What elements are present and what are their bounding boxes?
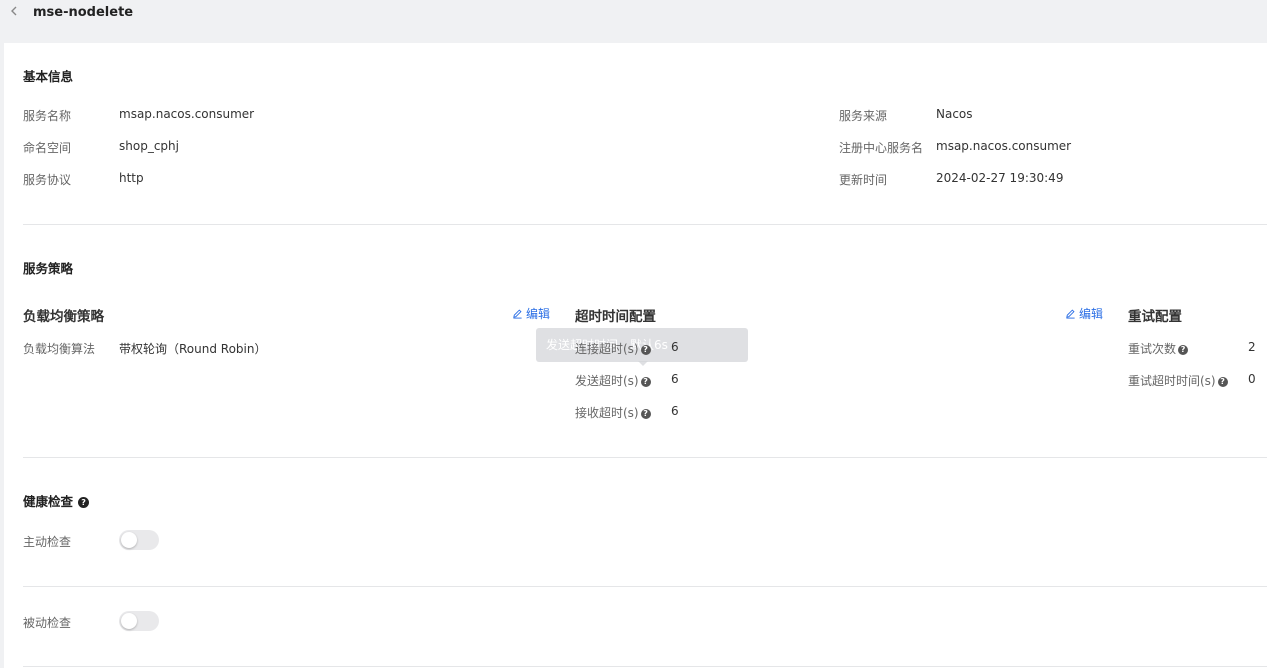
edit-label: 编辑 — [1079, 307, 1104, 321]
edit-icon — [513, 309, 522, 319]
edit-icon — [1066, 309, 1075, 319]
question-icon[interactable]: ? — [640, 344, 651, 355]
registry-service-name-value: msap.nacos.consumer — [936, 139, 1072, 153]
timeout-edit-button[interactable]: 编辑 — [1065, 305, 1103, 322]
protocol-label: 服务协议 — [23, 173, 72, 187]
service-name-value: msap.nacos.consumer — [119, 107, 255, 121]
timeout-title: 超时时间配置 — [575, 309, 656, 325]
receive-timeout-label: 接收超时(s)? — [575, 404, 651, 421]
retry-timeout-label: 重试超时时间(s)? — [1128, 372, 1228, 389]
load-balance-title: 负载均衡策略 — [23, 309, 104, 325]
load-balance-edit-button[interactable]: 编辑 — [512, 305, 550, 322]
question-icon[interactable]: ? — [78, 497, 90, 508]
active-check-label: 主动检查 — [23, 535, 72, 549]
strategy-title: 服务策略 — [23, 261, 74, 276]
connect-timeout-label: 连接超时(s)? — [575, 340, 651, 357]
send-timeout-value: 6 — [671, 372, 679, 386]
registry-service-name-label: 注册中心服务名 — [839, 141, 924, 155]
send-timeout-label: 发送超时(s)? — [575, 372, 651, 389]
divider — [23, 457, 1267, 458]
update-time-value: 2024-02-27 19:30:49 — [936, 171, 1064, 185]
retry-title: 重试配置 — [1128, 309, 1182, 325]
page-title: mse-nodelete — [33, 5, 134, 20]
active-check-toggle[interactable] — [119, 530, 159, 550]
question-icon[interactable]: ? — [1178, 344, 1189, 355]
service-name-label: 服务名称 — [23, 109, 72, 123]
divider — [23, 224, 1267, 225]
toggle-knob — [121, 613, 137, 629]
question-icon[interactable]: ? — [1217, 376, 1228, 387]
passive-check-label: 被动检查 — [23, 616, 72, 630]
connect-timeout-value: 6 — [671, 340, 679, 354]
divider — [23, 586, 1267, 587]
edit-label: 编辑 — [526, 307, 551, 321]
update-time-label: 更新时间 — [839, 173, 888, 187]
basic-info-title: 基本信息 — [23, 69, 74, 84]
receive-timeout-value: 6 — [671, 404, 679, 418]
namespace-value: shop_cphj — [119, 139, 179, 153]
retry-count-label: 重试次数? — [1128, 340, 1189, 357]
retry-count-value: 2 — [1248, 340, 1256, 354]
divider — [23, 666, 1267, 667]
detail-card: 基本信息 服务名称 msap.nacos.consumer 命名空间 shop_… — [4, 43, 1267, 668]
page-header: mse-nodelete — [0, 0, 1267, 40]
service-source-value: Nacos — [936, 107, 973, 121]
health-check-title: 健康检查? — [23, 491, 90, 510]
load-balance-algo-label: 负载均衡算法 — [23, 342, 96, 356]
service-source-label: 服务来源 — [839, 109, 888, 123]
tooltip-arrow — [638, 361, 648, 366]
protocol-value: http — [119, 171, 144, 185]
load-balance-algo-value: 带权轮询（Round Robin） — [119, 342, 267, 356]
toggle-knob — [121, 532, 137, 548]
chevron-left-icon[interactable] — [7, 4, 21, 18]
retry-timeout-value: 0 — [1248, 372, 1256, 386]
question-icon[interactable]: ? — [640, 408, 651, 419]
namespace-label: 命名空间 — [23, 141, 72, 155]
passive-check-toggle[interactable] — [119, 611, 159, 631]
question-icon[interactable]: ? — [640, 376, 651, 387]
